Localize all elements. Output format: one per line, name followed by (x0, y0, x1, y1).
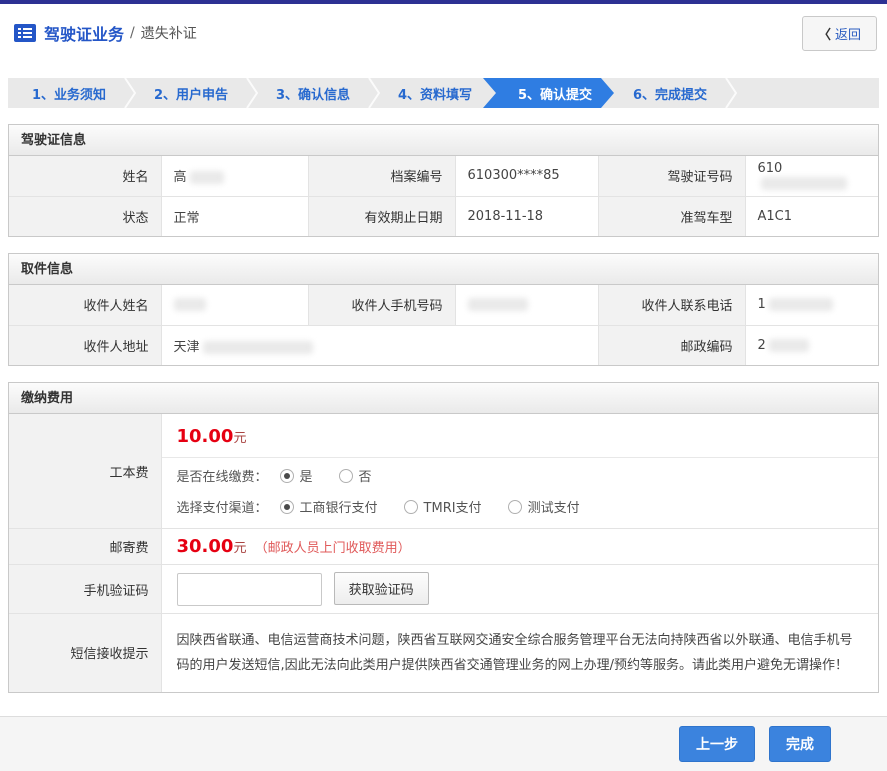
step-separator-icon (124, 78, 136, 108)
redacted-blur (190, 171, 224, 184)
redacted-blur (769, 339, 809, 352)
pay-channel-question: 选择支付渠道： (177, 497, 268, 516)
redacted-blur (769, 298, 833, 311)
pickup-info-table: 收件人姓名 收件人手机号码 收件人联系电话 1 收件人地址 天津 邮政编码 2 (9, 285, 878, 365)
postage-unit: 元 (233, 541, 246, 556)
radio-channel-test[interactable]: 测试支付 (508, 497, 580, 516)
status-label: 状态 (9, 196, 161, 236)
vehicle-class-value: A1C1 (745, 196, 878, 236)
postage-cell: 30.00元 （邮政人员上门收取费用） (161, 529, 878, 565)
radio-online-yes[interactable]: 是 (280, 466, 313, 485)
recipient-address-value: 天津 (161, 325, 598, 365)
footer-bar: 上一步 完成 (0, 716, 887, 771)
table-row: 邮寄费 30.00元 （邮政人员上门收取费用） (9, 529, 878, 565)
license-info-title: 驾驶证信息 (9, 125, 878, 156)
radio-channel-tmri[interactable]: TMRI支付 (404, 497, 482, 516)
sms-code-label: 手机验证码 (9, 565, 161, 614)
radio-icon (280, 500, 294, 514)
file-no-label: 档案编号 (308, 156, 455, 196)
radio-channel-icbc[interactable]: 工商银行支付 (280, 497, 378, 516)
recipient-mobile-value (455, 285, 598, 325)
back-button[interactable]: 〈 返回 (802, 16, 877, 51)
name-label: 姓名 (9, 156, 161, 196)
sms-tip-text: 因陕西省联通、电信运营商技术问题，陕西省互联网交通安全综合服务管理平台无法向持陕… (161, 614, 878, 692)
step-4-fill-materials[interactable]: 4、资料填写 (374, 78, 496, 108)
card-fee-cell: 10.00元 是否在线缴费： 是 否 选择支付渠道： (161, 414, 878, 529)
recipient-name-label: 收件人姓名 (9, 285, 161, 325)
previous-step-button[interactable]: 上一步 (679, 726, 755, 762)
table-row: 状态 正常 有效期止日期 2018-11-18 准驾车型 A1C1 (9, 196, 878, 236)
fees-section: 缴纳费用 工本费 10.00元 是否在线缴费： 是 否 (8, 382, 879, 693)
table-row: 短信接收提示 因陕西省联通、电信运营商技术问题，陕西省互联网交通安全综合服务管理… (9, 614, 878, 692)
recipient-phone-label: 收件人联系电话 (598, 285, 745, 325)
postage-note: （邮政人员上门收取费用） (255, 541, 411, 556)
radio-icon (508, 500, 522, 514)
expiry-label: 有效期止日期 (308, 196, 455, 236)
license-info-section: 驾驶证信息 姓名 高 档案编号 610300****85 驾驶证号码 610 状… (8, 124, 879, 237)
postal-code-label: 邮政编码 (598, 325, 745, 365)
recipient-name-value (161, 285, 308, 325)
table-row: 收件人姓名 收件人手机号码 收件人联系电话 1 (9, 285, 878, 325)
step-separator-icon (368, 78, 380, 108)
name-value: 高 (161, 156, 308, 196)
step-progress-bar: 1、业务须知 2、用户申告 3、确认信息 4、资料填写 5、确认提交 6、完成提… (8, 78, 879, 108)
card-fee-label: 工本费 (9, 414, 161, 529)
pay-channel-row: 选择支付渠道： 工商银行支付 TMRI支付 测试支付 (162, 489, 879, 528)
postage-amount: 30.00 (177, 536, 234, 557)
step-3-confirm-info[interactable]: 3、确认信息 (252, 78, 374, 108)
fees-table: 工本费 10.00元 是否在线缴费： 是 否 选 (9, 414, 878, 692)
list-icon (14, 24, 36, 42)
status-value: 正常 (161, 196, 308, 236)
step-6-complete-submit[interactable]: 6、完成提交 (609, 78, 731, 108)
get-code-button[interactable]: 获取验证码 (334, 572, 429, 605)
breadcrumb-separator: / (130, 25, 135, 41)
step-2-user-declaration[interactable]: 2、用户申告 (130, 78, 252, 108)
redacted-blur (203, 341, 313, 354)
file-no-value: 610300****85 (455, 156, 598, 196)
postal-code-value: 2 (745, 325, 878, 365)
redacted-blur (468, 298, 528, 311)
radio-icon (404, 500, 418, 514)
recipient-address-label: 收件人地址 (9, 325, 161, 365)
finish-button[interactable]: 完成 (769, 726, 831, 762)
sms-code-input[interactable] (177, 573, 322, 606)
table-row: 手机验证码 获取验证码 (9, 565, 878, 614)
license-no-value: 610 (745, 156, 878, 196)
redacted-blur (761, 177, 847, 190)
fees-title: 缴纳费用 (9, 383, 878, 414)
redacted-blur (174, 298, 206, 311)
table-row: 姓名 高 档案编号 610300****85 驾驶证号码 610 (9, 156, 878, 196)
table-row: 工本费 10.00元 是否在线缴费： 是 否 选 (9, 414, 878, 529)
license-no-label: 驾驶证号码 (598, 156, 745, 196)
step-bar-filler (731, 78, 879, 108)
vehicle-class-label: 准驾车型 (598, 196, 745, 236)
step-1-business-notice[interactable]: 1、业务须知 (8, 78, 130, 108)
page-title: 驾驶证业务 (44, 21, 124, 45)
online-pay-question: 是否在线缴费： (177, 466, 268, 485)
recipient-mobile-label: 收件人手机号码 (308, 285, 455, 325)
license-info-table: 姓名 高 档案编号 610300****85 驾驶证号码 610 状态 正常 有… (9, 156, 878, 236)
radio-icon (280, 469, 294, 483)
expiry-value: 2018-11-18 (455, 196, 598, 236)
pickup-info-section: 取件信息 收件人姓名 收件人手机号码 收件人联系电话 1 收件人地址 天津 邮政… (8, 253, 879, 366)
pickup-info-title: 取件信息 (9, 254, 878, 285)
table-row: 收件人地址 天津 邮政编码 2 (9, 325, 878, 365)
radio-icon (339, 469, 353, 483)
card-fee-amount: 10.00 (177, 426, 234, 447)
sms-tip-label: 短信接收提示 (9, 614, 161, 692)
recipient-phone-value: 1 (745, 285, 878, 325)
step-separator-icon (725, 78, 737, 108)
back-button-label: 返回 (835, 24, 861, 43)
radio-online-no[interactable]: 否 (339, 466, 372, 485)
step-5-confirm-submit[interactable]: 5、确认提交 (483, 78, 614, 108)
step-separator-icon (246, 78, 258, 108)
card-fee-amount-row: 10.00元 (162, 414, 879, 458)
postage-label: 邮寄费 (9, 529, 161, 565)
page-header: 驾驶证业务 / 遗失补证 〈 返回 (0, 4, 887, 62)
online-pay-row: 是否在线缴费： 是 否 (162, 458, 879, 489)
card-fee-unit: 元 (233, 431, 246, 446)
sms-code-cell: 获取验证码 (161, 565, 878, 614)
chevron-left-icon: 〈 (818, 24, 831, 43)
breadcrumb-current: 遗失补证 (141, 23, 197, 43)
